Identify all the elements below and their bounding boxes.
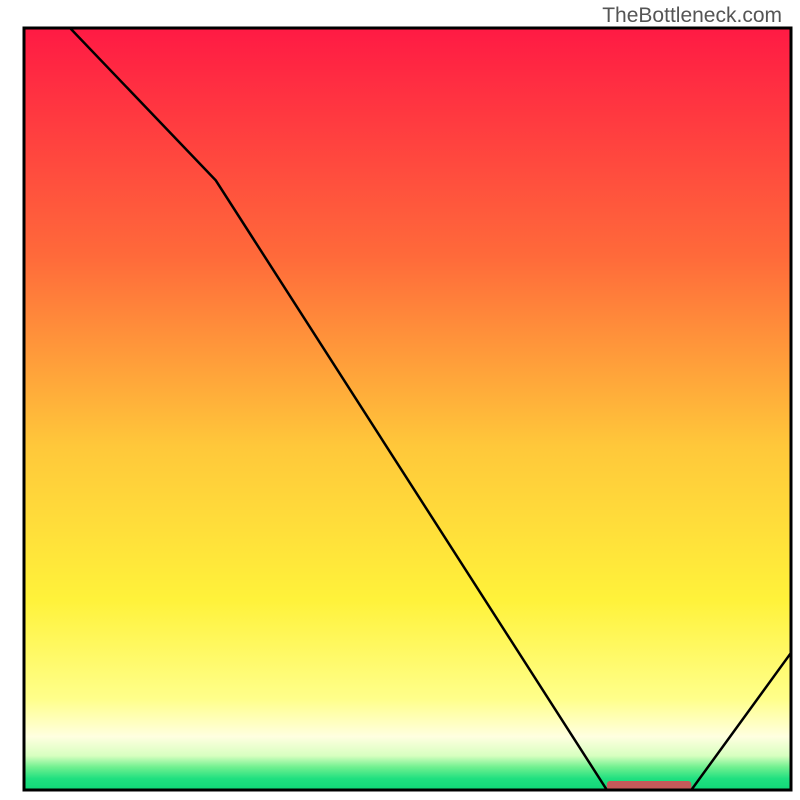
plot-area — [24, 28, 791, 791]
gradient-background — [24, 28, 791, 790]
watermark-text: TheBottleneck.com — [602, 4, 782, 28]
bottleneck-chart: TheBottleneck.com — [0, 0, 800, 800]
chart-svg — [0, 0, 800, 800]
